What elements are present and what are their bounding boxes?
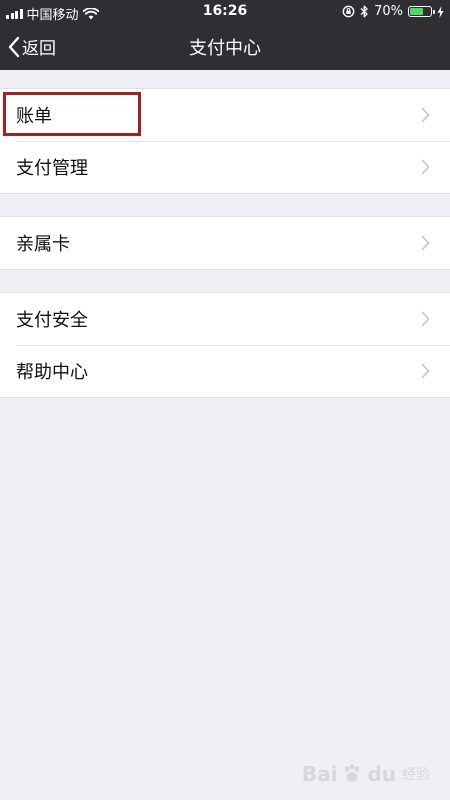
watermark-text: Bai: [301, 762, 338, 786]
menu-group-security: 支付安全 帮助中心: [0, 292, 450, 398]
menu-item-payment-management[interactable]: 支付管理: [0, 141, 450, 193]
chevron-right-icon: [421, 107, 430, 123]
chevron-right-icon: [421, 159, 430, 175]
battery-percent: 70%: [374, 4, 403, 19]
navigation-bar: 返回 支付中心: [0, 24, 450, 70]
menu-group-family-card: 亲属卡: [0, 216, 450, 270]
menu-item-label: 支付安全: [16, 310, 88, 331]
menu-item-label: 帮助中心: [16, 362, 88, 383]
menu-item-family-card[interactable]: 亲属卡: [0, 217, 450, 269]
bluetooth-icon: [360, 5, 368, 18]
paw-icon: [345, 764, 360, 782]
top-bar: 中国移动 16:26 70% 返回 支付中心: [0, 0, 450, 70]
status-right: 70%: [342, 4, 444, 19]
battery-fill: [410, 8, 424, 15]
chevron-right-icon: [421, 311, 430, 327]
baidu-watermark: Bai du 经验: [302, 762, 430, 786]
menu-item-label: 支付管理: [16, 158, 88, 179]
menu-item-label: 账单: [16, 106, 52, 127]
battery-icon: [408, 6, 435, 17]
watermark-sub: 经验: [402, 767, 430, 783]
menu-item-payment-security[interactable]: 支付安全: [0, 293, 450, 345]
menu-item-bill[interactable]: 账单: [0, 89, 450, 141]
page-title: 支付中心: [189, 38, 261, 59]
charging-icon: [437, 5, 444, 18]
menu-item-label: 亲属卡: [16, 234, 70, 255]
menu-item-help-center[interactable]: 帮助中心: [0, 345, 450, 397]
menu-group-billing: 账单 支付管理: [0, 88, 450, 194]
orientation-lock-icon: [342, 5, 355, 18]
menu-content: 账单 支付管理 亲属卡 支付安全 帮助中心: [0, 70, 450, 398]
watermark-suffix: du: [367, 762, 396, 786]
chevron-right-icon: [421, 235, 430, 251]
status-bar: 中国移动 16:26 70%: [0, 0, 450, 24]
chevron-right-icon: [421, 363, 430, 379]
